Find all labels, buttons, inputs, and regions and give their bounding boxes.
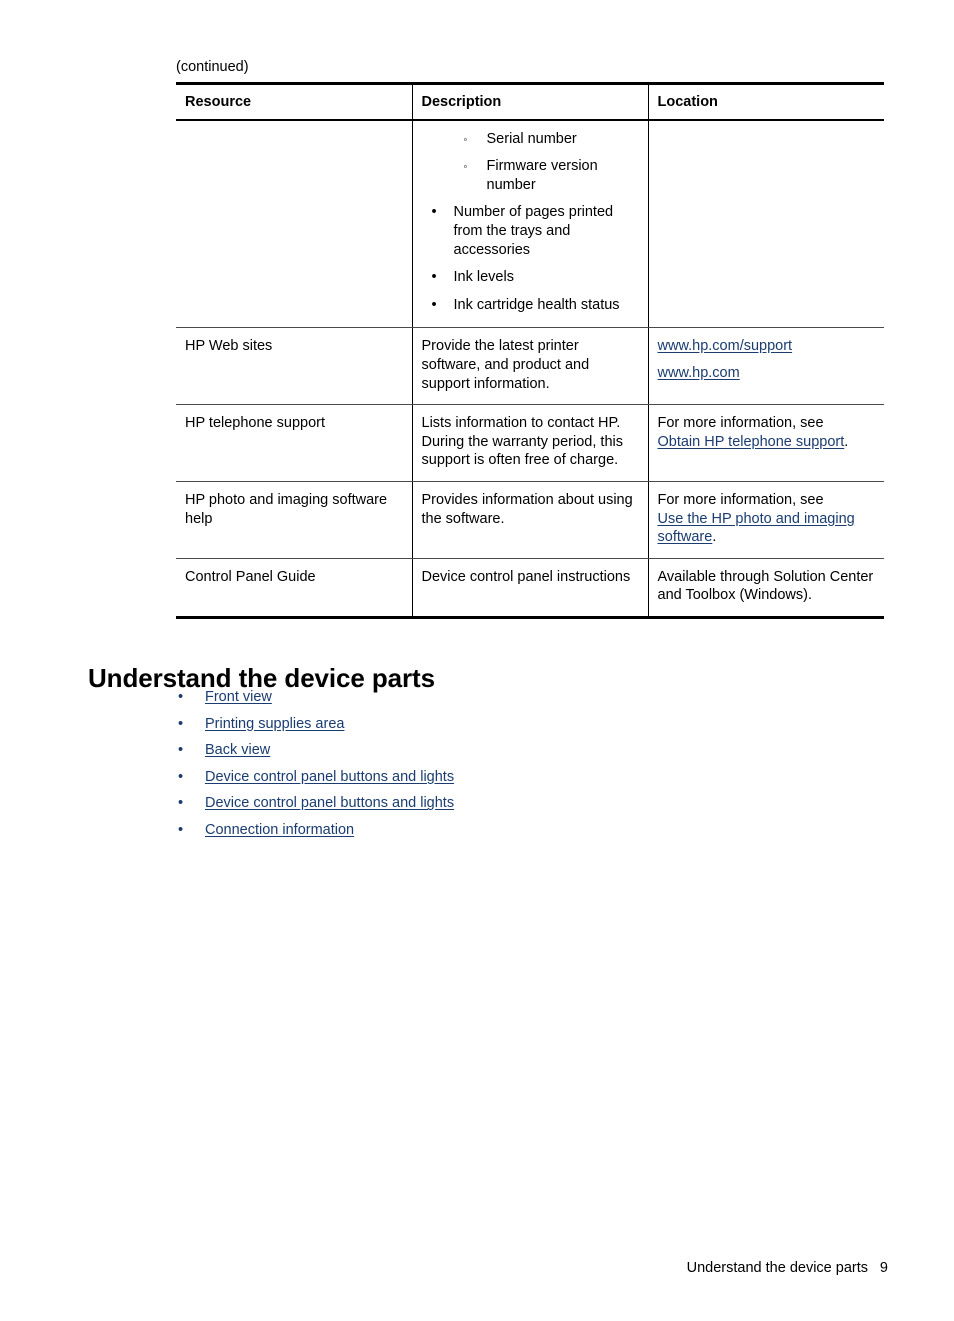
cell-description: Provide the latest printer software, and…	[411, 327, 648, 406]
link-obtain-hp-telephone-support[interactable]: Obtain HP telephone support	[658, 434, 845, 450]
list-item-label: Number of pages printed from the trays a…	[453, 204, 614, 258]
cell-resource	[176, 119, 412, 329]
link-front-view[interactable]: Front view	[205, 689, 272, 705]
location-lead-text: For more information, see	[657, 491, 824, 508]
cell-location: www.hp.com/support www.hp.com	[647, 327, 884, 406]
link-use-hp-photo-imaging-software[interactable]: Use the HP photo and imaging software	[658, 511, 855, 546]
link-device-control-panel-buttons-and-lights-1[interactable]: Device control panel buttons and lights	[205, 769, 454, 785]
column-header-resource: Resource	[176, 81, 412, 121]
bullet-icon: •	[178, 768, 184, 785]
cell-resource: HP Web sites	[176, 327, 412, 406]
bullet-icon: •	[431, 269, 437, 286]
list-item: • Ink cartridge health status	[422, 296, 638, 315]
list-item: ◦ Serial number	[422, 130, 638, 149]
list-item: • Number of pages printed from the trays…	[422, 203, 638, 259]
list-item-label: Ink levels	[453, 269, 514, 286]
bullet-icon: •	[178, 715, 184, 732]
table-row: HP telephone support Lists information t…	[176, 404, 884, 482]
table-header-row: Resource Description Location	[176, 81, 884, 121]
resource-table: Resource Description Location ◦ Serial n…	[176, 81, 884, 619]
cell-resource: HP telephone support	[176, 404, 412, 482]
table-row: Control Panel Guide Device control panel…	[176, 558, 884, 619]
list-item-label: Ink cartridge health status	[453, 296, 620, 313]
cell-description: ◦ Serial number ◦ Firmware version numbe…	[411, 119, 648, 329]
continued-label: (continued)	[176, 59, 249, 75]
hollow-bullet-icon: ◦	[463, 133, 468, 146]
bullet-icon: •	[178, 821, 184, 838]
bullet-icon: •	[431, 204, 437, 221]
table-row: ◦ Serial number ◦ Firmware version numbe…	[176, 119, 884, 329]
list-item: ◦ Firmware version number	[422, 157, 638, 194]
section-link-list: • Front view • Printing supplies area • …	[176, 688, 816, 848]
location-tail-text: .	[844, 433, 849, 450]
link-connection-information[interactable]: Connection information	[205, 822, 354, 838]
document-page: (continued) Resource Description Locatio…	[0, 0, 954, 1321]
cell-resource: HP photo and imaging software help	[176, 481, 412, 559]
page-footer: Understand the device parts 9	[0, 1258, 954, 1278]
list-item: • Printing supplies area	[176, 715, 816, 734]
cell-description: Device control panel instructions	[411, 558, 648, 619]
list-item: • Device control panel buttons and light…	[176, 768, 816, 787]
bullet-icon: •	[178, 795, 184, 812]
column-header-location: Location	[647, 81, 884, 121]
list-item: • Back view	[176, 741, 816, 760]
cell-location	[647, 119, 884, 329]
link-hp-home[interactable]: www.hp.com	[658, 364, 875, 383]
link-hp-support[interactable]: www.hp.com/support	[658, 337, 875, 356]
cell-description: Lists information to contact HP. During …	[411, 404, 648, 482]
location-tail-text: .	[712, 529, 717, 546]
list-item: • Front view	[176, 688, 816, 707]
table-row: HP Web sites Provide the latest printer …	[176, 327, 884, 406]
cell-location: For more information, see Obtain HP tele…	[647, 404, 884, 482]
link-printing-supplies-area[interactable]: Printing supplies area	[205, 716, 344, 732]
footer-page-number: 9	[879, 1260, 888, 1276]
list-item-label: Firmware version number	[486, 158, 598, 193]
cell-resource: Control Panel Guide	[176, 558, 412, 619]
list-item: • Device control panel buttons and light…	[176, 794, 816, 813]
list-item: • Ink levels	[422, 268, 638, 287]
cell-description: Provides information about using the sof…	[411, 481, 648, 559]
cell-location: For more information, see Use the HP pho…	[647, 481, 884, 559]
list-item: • Connection information	[176, 821, 816, 840]
bullet-icon: •	[178, 742, 184, 759]
bullet-icon: •	[178, 689, 184, 705]
bullet-icon: •	[431, 296, 437, 313]
column-header-description: Description	[411, 81, 648, 121]
cell-location: Available through Solution Center and To…	[647, 558, 884, 619]
description-bullet-list: ◦ Serial number ◦ Firmware version numbe…	[422, 130, 638, 315]
list-item-label: Serial number	[486, 130, 577, 147]
location-lead-text: For more information, see	[657, 415, 824, 432]
footer-title: Understand the device parts	[686, 1260, 868, 1276]
link-back-view[interactable]: Back view	[205, 742, 270, 758]
hollow-bullet-icon: ◦	[463, 161, 468, 174]
table-row: HP photo and imaging software help Provi…	[176, 481, 884, 559]
link-device-control-panel-buttons-and-lights-2[interactable]: Device control panel buttons and lights	[205, 795, 454, 811]
